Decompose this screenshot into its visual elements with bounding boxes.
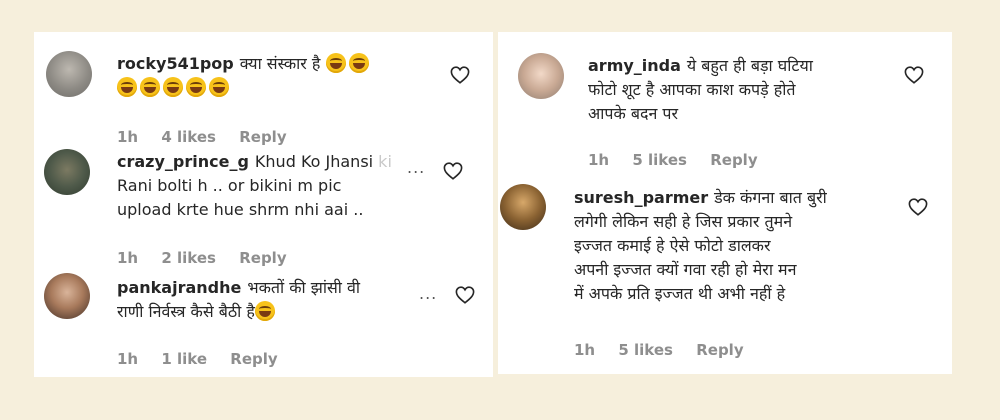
comment-meta: 1h 4 likes Reply (117, 128, 305, 146)
reply-button[interactable]: Reply (710, 151, 757, 169)
comment-text: Rani bolti h .. or bikini m pic (117, 176, 342, 195)
comment-text: आपके बदन पर (588, 104, 679, 123)
more-options-icon[interactable]: ... (419, 284, 437, 303)
comment-meta: 1h 5 likes Reply (574, 341, 762, 359)
more-options-icon[interactable]: ... (407, 158, 425, 177)
reply-button[interactable]: Reply (239, 249, 286, 267)
comment-time: 1h (588, 151, 610, 169)
comment-text: अपनी इज्जत क्यों गवा रही हो मेरा मन (574, 260, 797, 279)
heart-icon[interactable] (450, 66, 470, 84)
comment-time: 1h (117, 350, 139, 368)
heart-icon[interactable] (455, 286, 475, 304)
comment-text: क्या संस्कार है (239, 54, 321, 73)
comment-username[interactable]: pankajrandhe (117, 278, 241, 297)
comment-likes[interactable]: 2 likes (161, 249, 216, 267)
heart-icon[interactable] (904, 66, 924, 84)
comment-username[interactable]: crazy_prince_g (117, 152, 249, 171)
comment-text: Khud Ko Jhansi (254, 152, 374, 171)
laughing-emoji-icon (140, 77, 160, 97)
laughing-emoji-icon (348, 53, 369, 73)
heart-icon[interactable] (908, 198, 928, 216)
avatar[interactable] (46, 51, 92, 97)
reply-button[interactable]: Reply (230, 350, 277, 368)
comment-likes[interactable]: 4 likes (161, 128, 216, 146)
avatar[interactable] (44, 273, 90, 319)
laughing-emoji-icon (117, 77, 137, 97)
comment-text: ये बहुत ही बड़ा घटिया (686, 56, 813, 75)
comment-text: फोटो शूट है आपका काश कपड़े होते (588, 80, 796, 99)
laughing-emoji-icon (163, 77, 183, 97)
avatar[interactable] (500, 184, 546, 230)
comments-panel-left: rocky541pop क्या संस्कार है 1h 4 likes Re… (34, 32, 493, 377)
comment-text: में अपके प्रति इज्जत थी अभी नहीं हे (574, 284, 786, 303)
comment-likes[interactable]: 5 likes (618, 341, 673, 359)
comment-meta: 1h 5 likes Reply (588, 151, 776, 169)
laughing-emoji-icon (209, 77, 229, 97)
comments-panel-right: army_inda ये बहुत ही बड़ा घटिया फोटो शूट … (498, 32, 952, 374)
heart-icon[interactable] (443, 162, 463, 180)
comment-time: 1h (574, 341, 596, 359)
comment-text: भकतों की झांसी व (247, 278, 361, 297)
comment-text: लगेगी लेकिन सही हे जिस प्रकार तुमने (574, 212, 793, 231)
comment-username[interactable]: army_inda (588, 56, 681, 75)
comment-username[interactable]: rocky541pop (117, 54, 234, 73)
comment-meta: 1h 2 likes Reply (117, 249, 305, 267)
comment-text: upload krte hue shrm nhi aai .. (117, 200, 364, 219)
reply-button[interactable]: Reply (696, 341, 743, 359)
comment-likes[interactable]: 5 likes (632, 151, 687, 169)
comment-text: डेक कंगना बात बुरी (714, 188, 827, 207)
comment-time: 1h (117, 249, 139, 267)
avatar[interactable] (518, 53, 564, 99)
comment-time: 1h (117, 128, 139, 146)
avatar[interactable] (44, 149, 90, 195)
comment-text-faded: ki (373, 152, 392, 171)
comment-likes[interactable]: 1 like (161, 350, 207, 368)
comment-username[interactable]: suresh_parmer (574, 188, 708, 207)
comment-meta: 1h 1 like Reply (117, 350, 296, 368)
laughing-emoji-icon (186, 77, 206, 97)
laughing-emoji-icon (325, 53, 346, 73)
laughing-emoji-icon (254, 301, 275, 321)
comment-text: इज्जत कमाई हे ऐसे फोटो डालकर (574, 236, 771, 255)
reply-button[interactable]: Reply (239, 128, 286, 146)
comment-text: राणी निर्वस्त्र कैसे बैठी है (117, 302, 255, 321)
